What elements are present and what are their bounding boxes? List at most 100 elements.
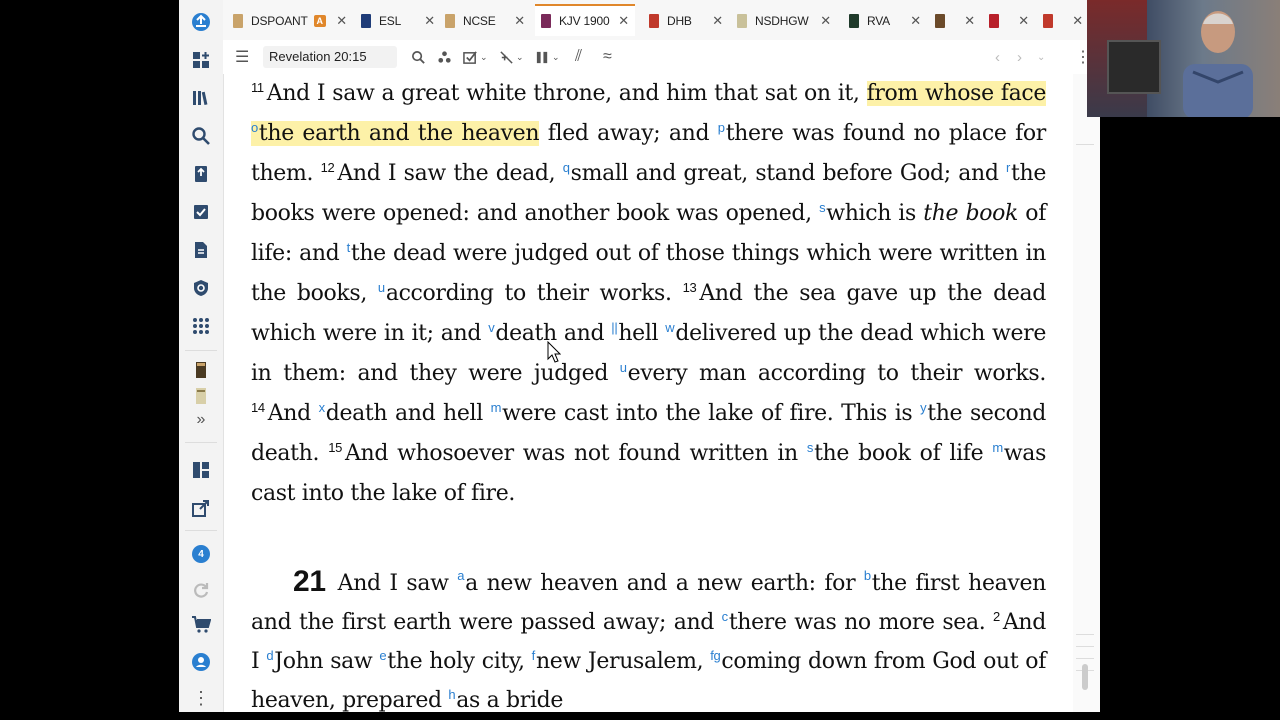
tab-esl[interactable]: ESL ✕ <box>361 6 441 36</box>
close-icon[interactable]: ✕ <box>1018 13 1029 29</box>
close-icon[interactable]: ✕ <box>336 13 347 29</box>
tab-book[interactable]: ✕ <box>1043 6 1089 36</box>
footnote-marker[interactable]: fg <box>710 648 721 663</box>
search-icon[interactable] <box>189 124 213 148</box>
tab-rva[interactable]: RVA ✕ <box>849 6 927 36</box>
verse-number[interactable]: 14 <box>251 400 265 415</box>
rail-divider <box>185 442 217 443</box>
close-icon[interactable]: ✕ <box>618 13 629 29</box>
tab-ncse[interactable]: NCSE ✕ <box>445 6 531 36</box>
panel-menu-icon[interactable]: ☰ <box>235 48 249 66</box>
scroll-thumb[interactable] <box>1082 664 1088 690</box>
footnote-marker[interactable]: o <box>251 120 258 135</box>
book-cover-icon <box>849 14 859 28</box>
tab-book[interactable]: ✕ <box>935 6 981 36</box>
footnote-marker[interactable]: f <box>532 648 536 663</box>
italic-text: the book <box>923 201 1019 226</box>
reference-box[interactable]: Revelation 20:15 <box>263 46 397 68</box>
documents-icon[interactable] <box>189 238 213 262</box>
footnote-marker[interactable]: x <box>319 400 326 415</box>
reading-plan-icon[interactable] <box>189 200 213 224</box>
scroll-tick <box>1076 658 1094 659</box>
notifications-badge-icon[interactable]: 4 <box>189 542 213 566</box>
tab-dspoant[interactable]: DSPOANT A ✕ <box>233 6 353 36</box>
account-icon[interactable] <box>189 650 213 674</box>
verse-number[interactable]: 13 <box>683 280 697 295</box>
popout-icon[interactable] <box>189 496 213 520</box>
visual-filter-icon[interactable]: ⌄ <box>463 48 488 66</box>
footnote-marker[interactable]: m <box>992 440 1003 455</box>
rail-divider <box>185 530 217 531</box>
more-chevron-icon[interactable]: » <box>189 408 213 432</box>
verse-number[interactable]: 11 <box>251 80 264 95</box>
book-cover-icon <box>233 14 243 28</box>
recent-book-icon[interactable] <box>189 384 213 408</box>
footnote-marker[interactable]: w <box>665 320 674 335</box>
close-icon[interactable]: ✕ <box>910 13 921 29</box>
footnote-marker[interactable]: c <box>722 609 729 624</box>
chapter-20-text: 11 And I saw a great white throne, and hi… <box>251 74 1046 514</box>
search-icon[interactable] <box>411 48 426 66</box>
book-cover-icon <box>361 14 371 28</box>
panels-icon[interactable] <box>189 458 213 482</box>
footnote-marker[interactable]: u <box>378 280 385 295</box>
scrollbar[interactable] <box>1073 74 1100 712</box>
close-icon[interactable]: ✕ <box>1072 13 1083 29</box>
tools-grid-icon[interactable] <box>189 314 213 338</box>
layouts-add-icon[interactable] <box>189 48 213 72</box>
cart-icon[interactable] <box>189 612 213 636</box>
footnote-marker[interactable]: t <box>347 240 351 255</box>
footnote-marker[interactable]: e <box>379 648 386 663</box>
history-chevron-icon[interactable]: ⌄ <box>1037 48 1045 66</box>
verse-text: the holy city, <box>387 649 532 674</box>
tab-book[interactable]: ✕ <box>989 6 1035 36</box>
chapter-number[interactable]: 21 <box>293 565 326 598</box>
verse-number[interactable]: 15 <box>328 440 342 455</box>
forward-arrow-icon[interactable]: › <box>1017 48 1022 66</box>
footnote-marker[interactable]: a <box>457 568 464 583</box>
verse-text: And I saw <box>337 571 458 596</box>
verse-number[interactable]: 2 <box>993 609 1000 624</box>
footnote-marker[interactable]: d <box>266 648 273 663</box>
inline-display-icon[interactable]: ⌄ <box>499 48 524 66</box>
close-icon[interactable]: ✕ <box>424 13 435 29</box>
footnote-marker[interactable]: b <box>864 568 871 583</box>
footnote-marker[interactable]: q <box>563 160 570 175</box>
footnote-marker[interactable]: || <box>611 320 617 335</box>
footnote-marker[interactable]: s <box>819 200 826 215</box>
logos-home-icon[interactable] <box>189 10 213 34</box>
footnote-marker[interactable]: v <box>488 320 495 335</box>
footnote-marker[interactable]: y <box>920 400 927 415</box>
highlighted-text: from whose face <box>866 81 1046 106</box>
more-vertical-icon[interactable]: ⋮ <box>189 686 213 710</box>
bible-reader-pane: 11 And I saw a great white throne, and hi… <box>223 74 1073 712</box>
text-flow-icon[interactable]: ⫽ <box>575 48 582 66</box>
library-icon[interactable] <box>189 86 213 110</box>
footnote-marker[interactable]: u <box>620 360 627 375</box>
footnote-marker[interactable]: p <box>718 120 725 135</box>
footnote-marker[interactable]: s <box>807 440 814 455</box>
tab-kjv-1900[interactable]: KJV 1900 ✕ <box>535 4 635 36</box>
interlinear-icon[interactable]: ≈ <box>603 48 612 66</box>
factbook-icon[interactable] <box>189 276 213 300</box>
close-icon[interactable]: ✕ <box>964 13 975 29</box>
notifications-count: 4 <box>198 548 204 560</box>
footnote-marker[interactable]: h <box>448 687 455 702</box>
close-icon[interactable]: ✕ <box>712 13 723 29</box>
guides-icon[interactable] <box>189 162 213 186</box>
recent-book-icon[interactable] <box>189 358 213 382</box>
tab-nsdhgw[interactable]: NSDHGW ✕ <box>737 6 837 36</box>
columns-icon[interactable]: ⌄ <box>535 48 560 66</box>
verse-number[interactable]: 12 <box>321 160 335 175</box>
parallel-resources-icon[interactable] <box>437 48 452 66</box>
footnote-marker[interactable]: r <box>1006 160 1010 175</box>
close-icon[interactable]: ✕ <box>820 13 831 29</box>
close-icon[interactable]: ✕ <box>514 13 525 29</box>
verse-text: And whosoever was not found written in <box>344 441 807 466</box>
tab-dhb[interactable]: DHB ✕ <box>649 6 729 36</box>
footnote-marker[interactable]: m <box>491 400 502 415</box>
sync-icon[interactable] <box>189 578 213 602</box>
back-arrow-icon[interactable]: ‹ <box>995 48 1000 66</box>
panel-toolbar: ☰ Revelation 20:15 ⌄ ⌄ ⌄ ⫽ ≈ ‹ › ⌄ ⋮ <box>223 40 1100 74</box>
verse-text: as a bride <box>456 688 564 712</box>
